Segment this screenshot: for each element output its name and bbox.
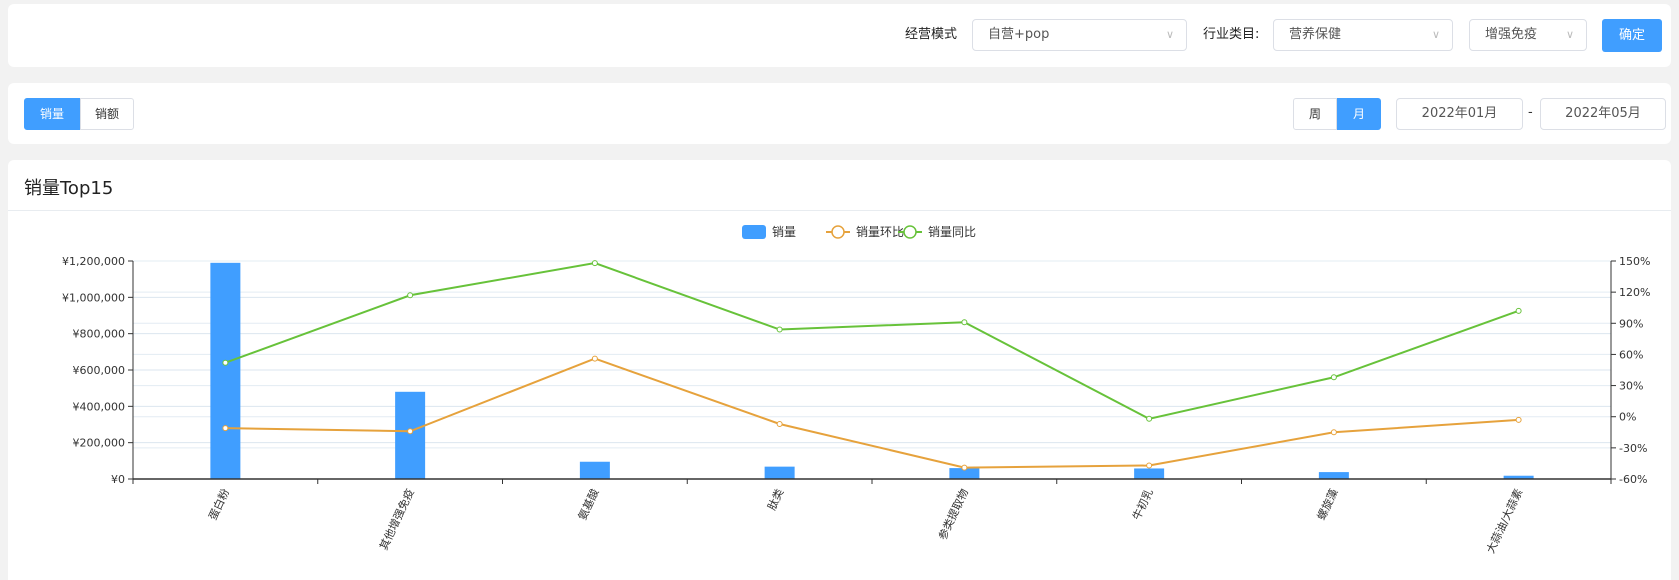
x-tick-label: 氨基酸 [575, 486, 602, 522]
data-point [591, 355, 598, 362]
chart-svg: ¥0 ¥200,000 ¥400,000 ¥600,000 ¥800,000 ¥1,000… [62, 225, 1650, 555]
data-point [1146, 415, 1153, 422]
left-tick-label: ¥1,000,000 [62, 291, 125, 304]
legend-marker [903, 225, 917, 239]
right-tick-label: 150% [1619, 255, 1650, 268]
legend-label: 销量 [772, 225, 796, 239]
x-tick-label: 牛初乳 [1129, 486, 1156, 522]
data-point [961, 319, 968, 326]
left-tick-label: ¥600,000 [73, 364, 126, 377]
left-tick-label: ¥0 [111, 473, 125, 486]
x-tick-label: 参类提取物 [935, 486, 971, 542]
bar [395, 391, 426, 479]
data-point [1330, 429, 1337, 436]
right-tick-label: 90% [1619, 317, 1643, 330]
data-point [222, 359, 229, 366]
data-point [407, 428, 414, 435]
x-tick-label: 肽类 [764, 486, 786, 512]
data-point [1515, 416, 1522, 423]
bar [210, 262, 241, 479]
legend-marker [831, 225, 845, 239]
x-tick-label: 螺旋藻 [1314, 486, 1341, 522]
right-tick-label: -30% [1619, 442, 1647, 455]
data-point [776, 326, 783, 333]
data-point [1515, 307, 1522, 314]
right-tick-label: -60% [1619, 473, 1647, 486]
data-point [776, 420, 783, 427]
left-tick-label: ¥1,200,000 [62, 255, 125, 268]
right-tick-label: 60% [1619, 348, 1643, 361]
right-tick-label: 30% [1619, 380, 1643, 393]
data-point [961, 464, 968, 471]
data-point [222, 425, 229, 432]
bar [579, 461, 610, 479]
bar [764, 466, 795, 479]
legend-bar-swatch [742, 225, 766, 239]
x-tick-label: 蛋白粉 [205, 486, 232, 522]
x-tick-label: 其他增强免疫 [376, 486, 417, 552]
data-point [1146, 462, 1153, 469]
legend-label: 销量环比 [856, 225, 904, 239]
legend-label: 销量同比 [928, 225, 976, 239]
data-point [407, 292, 414, 299]
x-tick-label: 大蒜油/大蒜素 [1483, 486, 1525, 555]
right-tick-label: 0% [1619, 411, 1636, 424]
data-point [1330, 374, 1337, 381]
right-tick-label: 120% [1619, 286, 1650, 299]
bar [1318, 472, 1349, 479]
data-point [591, 260, 598, 267]
bar [1134, 468, 1165, 479]
left-tick-label: ¥200,000 [73, 437, 126, 450]
left-tick-label: ¥400,000 [73, 400, 126, 413]
left-tick-label: ¥800,000 [73, 328, 126, 341]
